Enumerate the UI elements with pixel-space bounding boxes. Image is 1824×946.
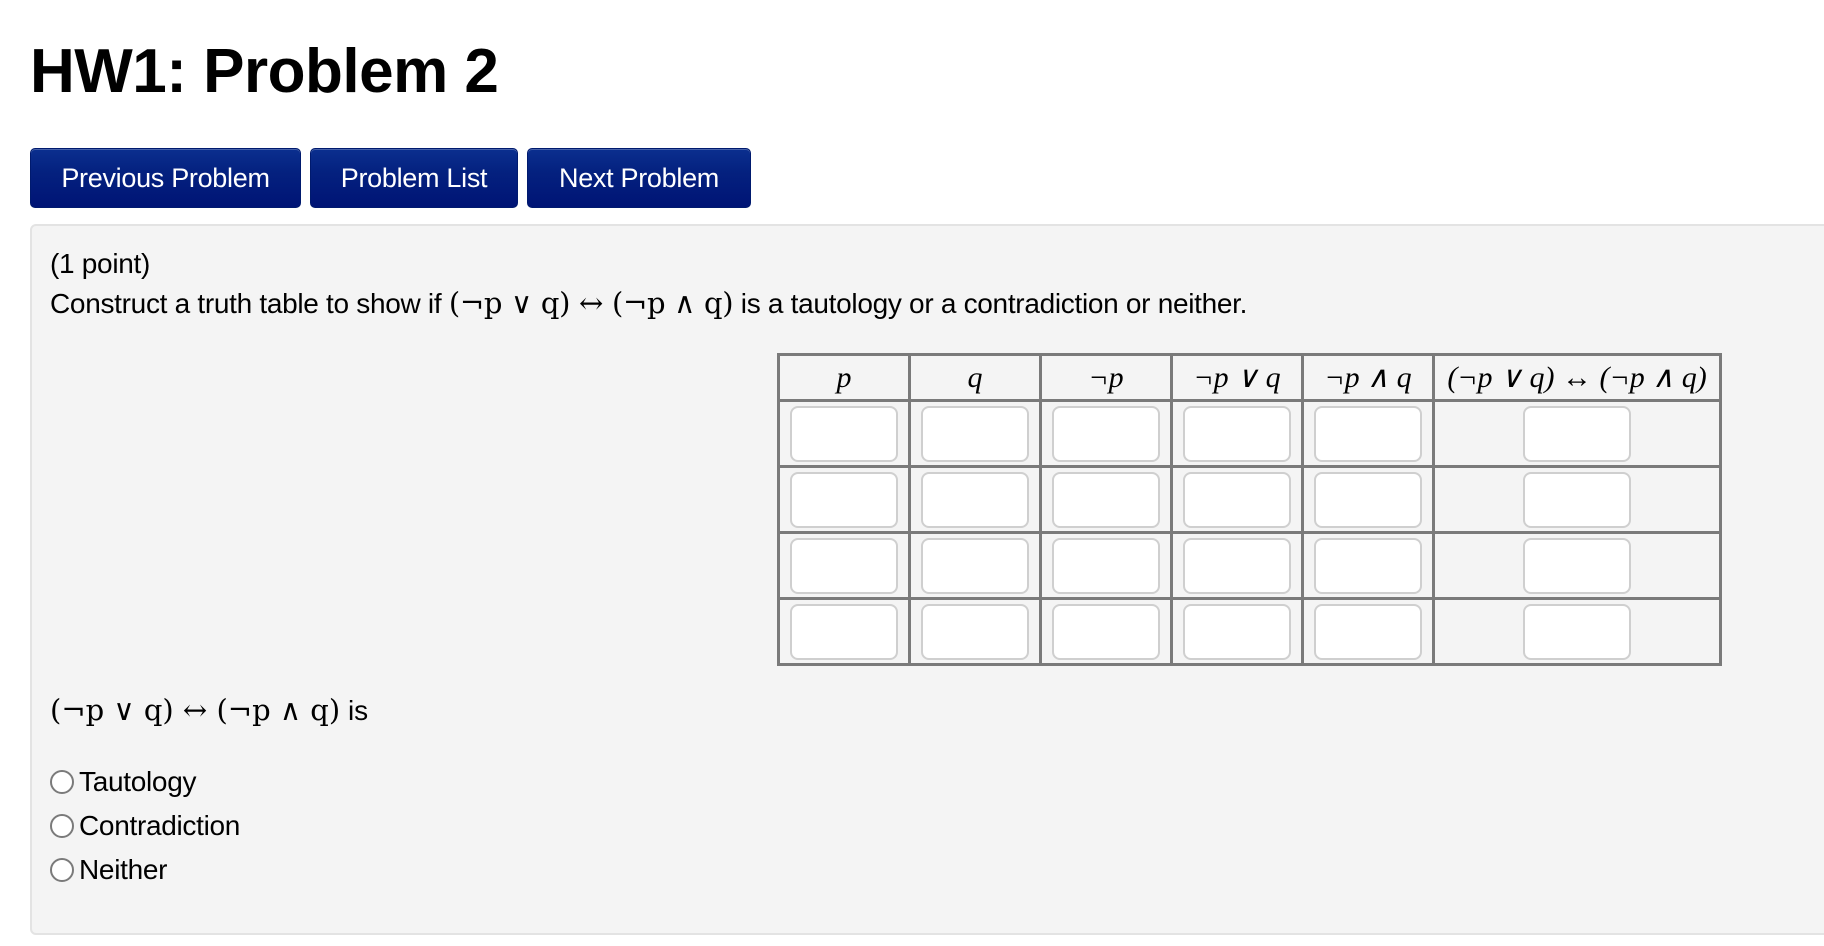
column-header-not-p-and-q: ¬p ∧ q [1301, 353, 1435, 402]
prompt-text: Construct a truth table to show if [50, 288, 449, 319]
truth-table-cell [1039, 531, 1173, 600]
truth-value-input[interactable] [1523, 537, 1631, 594]
truth-table-cell [1170, 531, 1304, 600]
choice-neither[interactable]: Neither [50, 848, 240, 892]
truth-table-cell [777, 597, 911, 666]
truth-value-input[interactable] [1183, 471, 1291, 528]
choice-label: Tautology [79, 766, 197, 797]
truth-table-cell [908, 399, 1042, 468]
truth-table-row [777, 465, 1722, 534]
truth-value-input[interactable] [790, 537, 898, 594]
truth-value-input[interactable] [1052, 537, 1160, 594]
truth-table-cell [1039, 597, 1173, 666]
truth-value-input[interactable] [1052, 603, 1160, 660]
page-title: HW1: Problem 2 [30, 37, 499, 106]
truth-value-input[interactable] [790, 603, 898, 660]
header-text: ¬p [1088, 360, 1124, 394]
truth-table-cell [1432, 597, 1722, 666]
truth-table-cell [1432, 399, 1722, 468]
radio-button[interactable] [50, 858, 74, 882]
truth-value-input[interactable] [1052, 471, 1160, 528]
prompt-expression: (¬p ∨ q) ↔ (¬p ∧ q) [448, 286, 734, 320]
truth-value-input[interactable] [1523, 471, 1631, 528]
radio-button[interactable] [50, 814, 74, 838]
truth-value-input[interactable] [1183, 405, 1291, 462]
truth-table-cell [1301, 399, 1435, 468]
problem-prompt: Construct a truth table to show if (¬p ∨… [50, 286, 1247, 320]
problem-panel: (1 point) Construct a truth table to sho… [30, 224, 1824, 935]
choice-label: Neither [79, 854, 168, 885]
truth-table-cell [1432, 531, 1722, 600]
truth-table-cell [908, 597, 1042, 666]
truth-table-cell [1432, 465, 1722, 534]
truth-value-input[interactable] [790, 405, 898, 462]
column-header-biconditional: (¬p ∨ q) ↔ (¬p ∧ q) [1432, 353, 1722, 402]
truth-table-cell [1039, 465, 1173, 534]
truth-value-input[interactable] [1314, 537, 1422, 594]
truth-table-cell [1170, 597, 1304, 666]
truth-table-cell [1170, 465, 1304, 534]
truth-table-row [777, 399, 1722, 468]
prompt-text-end: is a tautology or a contradiction or nei… [733, 288, 1248, 319]
radio-button[interactable] [50, 770, 74, 794]
answer-question: (¬p ∨ q) ↔ (¬p ∧ q) is [50, 693, 368, 727]
truth-value-input[interactable] [921, 603, 1029, 660]
answer-suffix: is [340, 695, 369, 726]
problem-list-button[interactable]: Problem List [310, 148, 518, 208]
truth-value-input[interactable] [1523, 405, 1631, 462]
column-header-not-p: ¬p [1039, 353, 1173, 402]
truth-value-input[interactable] [790, 471, 898, 528]
problem-navigation: Previous Problem Problem List Next Probl… [30, 148, 751, 208]
choice-contradiction[interactable]: Contradiction [50, 804, 240, 848]
column-header-q: q [908, 353, 1042, 402]
truth-table-cell [1301, 465, 1435, 534]
next-problem-button[interactable]: Next Problem [527, 148, 751, 208]
truth-table-cell [1301, 597, 1435, 666]
header-text: p [836, 360, 852, 394]
point-value: (1 point) [50, 248, 151, 279]
answer-choices: Tautology Contradiction Neither [50, 760, 240, 892]
truth-table: p q ¬p ¬p ∨ q ¬p ∧ q (¬p ∨ q) ↔ (¬p ∧ q) [777, 353, 1722, 666]
truth-table-cell [908, 531, 1042, 600]
truth-value-input[interactable] [1523, 603, 1631, 660]
truth-table-cell [908, 465, 1042, 534]
column-header-not-p-or-q: ¬p ∨ q [1170, 353, 1304, 402]
truth-table-cell [1039, 399, 1173, 468]
truth-value-input[interactable] [921, 537, 1029, 594]
header-text: (¬p ∨ q) ↔ (¬p ∧ q) [1447, 361, 1707, 394]
truth-table-cell [777, 465, 911, 534]
choice-tautology[interactable]: Tautology [50, 760, 240, 804]
choice-label: Contradiction [79, 810, 241, 841]
truth-table-cell [1301, 531, 1435, 600]
truth-value-input[interactable] [921, 405, 1029, 462]
header-text: ¬p ∨ q [1193, 361, 1281, 394]
column-header-p: p [777, 353, 911, 402]
truth-table-cell [1170, 399, 1304, 468]
answer-expression: (¬p ∨ q) ↔ (¬p ∧ q) [50, 693, 341, 727]
truth-table-cell [777, 531, 911, 600]
header-text: ¬p ∧ q [1324, 361, 1412, 394]
header-text: q [967, 360, 983, 394]
truth-table-cell [777, 399, 911, 468]
truth-value-input[interactable] [1314, 405, 1422, 462]
truth-table-row [777, 531, 1722, 600]
truth-value-input[interactable] [1183, 603, 1291, 660]
truth-value-input[interactable] [1052, 405, 1160, 462]
truth-value-input[interactable] [1314, 603, 1422, 660]
truth-table-row [777, 597, 1722, 666]
truth-value-input[interactable] [921, 471, 1029, 528]
truth-value-input[interactable] [1314, 471, 1422, 528]
truth-value-input[interactable] [1183, 537, 1291, 594]
truth-table-header-row: p q ¬p ¬p ∨ q ¬p ∧ q (¬p ∨ q) ↔ (¬p ∧ q) [777, 353, 1722, 402]
previous-problem-button[interactable]: Previous Problem [30, 148, 301, 208]
